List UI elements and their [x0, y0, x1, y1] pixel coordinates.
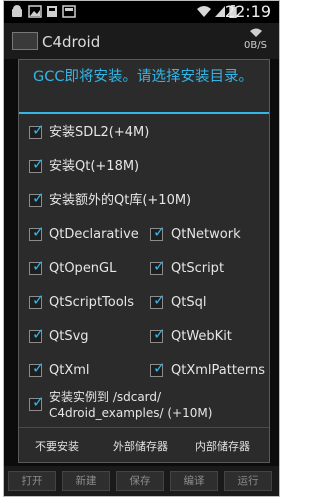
checkbox-qtscripttools[interactable]: ✓ [29, 292, 45, 309]
option-label-examples-line1[interactable]: 安装实例到 /sdcard/ [49, 389, 161, 405]
title-divider [19, 112, 269, 114]
option-label-qtscripttools[interactable]: QtScriptTools [49, 295, 134, 311]
checkbox-qtsvg[interactable]: ✓ [29, 326, 45, 343]
run-button[interactable]: 运行 [224, 471, 272, 491]
option-label-qtxml[interactable]: QtXml [49, 363, 90, 379]
checkmark-icon: ✓ [32, 393, 45, 411]
checkbox-examples[interactable]: ✓ [29, 394, 45, 411]
option-label-qtxmlpatterns[interactable]: QtXmlPatterns [171, 363, 265, 379]
status-bar: 22:19 [4, 1, 279, 23]
checkmark-icon: ✓ [32, 359, 45, 377]
image-icon [28, 5, 42, 18]
option-label-qtsql[interactable]: QtSql [171, 295, 206, 311]
checkmark-icon: ✓ [153, 291, 166, 309]
checkbox-qtwebkit[interactable]: ✓ [150, 326, 166, 343]
dont-install-button[interactable]: 不要安装 [35, 438, 79, 454]
clock: 22:19 [224, 2, 271, 21]
android-icon [12, 5, 22, 17]
option-label-qtdeclarative[interactable]: QtDeclarative [49, 227, 139, 243]
install-dialog: GCC即将安装。请选择安装目录。 ✓ 安装SDL2(+4M) ✓ 安装Qt(+1… [18, 59, 270, 463]
save-button[interactable]: 保存 [116, 471, 164, 491]
checkmark-icon: ✓ [153, 257, 166, 275]
open-button[interactable]: 打开 [8, 471, 56, 491]
option-label-examples-line2[interactable]: C4droid_examples/ (+10M) [49, 405, 212, 421]
checkbox-sdl2[interactable]: ✓ [29, 122, 45, 139]
flag-icon [62, 5, 76, 18]
external-storage-button[interactable]: 外部储存器 [113, 438, 168, 454]
option-label-qt[interactable]: 安装Qt(+18M) [49, 159, 139, 175]
usb-icon [47, 6, 57, 17]
wifi-small-icon [249, 28, 262, 37]
option-label-qtsvg[interactable]: QtSvg [49, 329, 89, 345]
checkbox-qt[interactable]: ✓ [29, 156, 45, 173]
option-label-sdl2[interactable]: 安装SDL2(+4M) [49, 125, 149, 141]
checkmark-icon: ✓ [153, 325, 166, 343]
dialog-title: GCC即将安装。请选择安装目录。 [33, 69, 253, 85]
checkbox-qtscript[interactable]: ✓ [150, 258, 166, 275]
checkmark-icon: ✓ [32, 325, 45, 343]
network-indicator: 0B/S [244, 28, 267, 51]
checkmark-icon: ✓ [153, 223, 166, 241]
checkbox-qtnetwork[interactable]: ✓ [150, 224, 166, 241]
checkmark-icon: ✓ [32, 223, 45, 241]
checkbox-qtxml[interactable]: ✓ [29, 360, 45, 377]
app-title: C4droid [42, 33, 101, 51]
checkbox-qt-extra[interactable]: ✓ [29, 190, 45, 207]
checkmark-icon: ✓ [32, 291, 45, 309]
checkmark-icon: ✓ [32, 155, 45, 173]
checkbox-qtsql[interactable]: ✓ [150, 292, 166, 309]
app-logo-icon [12, 32, 38, 50]
dialog-button-row: 不要安装 外部储存器 内部储存器 [19, 427, 269, 462]
option-label-qtscript[interactable]: QtScript [171, 261, 224, 277]
checkbox-qtxmlpatterns[interactable]: ✓ [150, 360, 166, 377]
compile-button[interactable]: 编译 [170, 471, 218, 491]
app-bar: C4droid 0B/S [4, 23, 279, 59]
checkmark-icon: ✓ [32, 189, 45, 207]
phone-screen: 22:19 C4droid 0B/S GCC即将安装。请选择安装目录。 ✓ 安装… [3, 0, 280, 497]
new-button[interactable]: 新建 [62, 471, 110, 491]
wifi-icon [197, 6, 211, 17]
checkbox-qtopengl[interactable]: ✓ [29, 258, 45, 275]
option-label-qtwebkit[interactable]: QtWebKit [171, 329, 232, 345]
bottom-action-bar: 打开 新建 保存 编译 运行 [4, 466, 279, 496]
option-label-qt-extra[interactable]: 安装额外的Qt库(+10M) [49, 193, 191, 209]
checkmark-icon: ✓ [32, 121, 45, 139]
internal-storage-button[interactable]: 内部储存器 [195, 438, 250, 454]
option-label-qtnetwork[interactable]: QtNetwork [171, 227, 241, 243]
checkbox-qtdeclarative[interactable]: ✓ [29, 224, 45, 241]
option-label-qtopengl[interactable]: QtOpenGL [49, 261, 116, 277]
checkmark-icon: ✓ [32, 257, 45, 275]
checkmark-icon: ✓ [153, 359, 166, 377]
net-rate: 0B/S [244, 40, 267, 51]
